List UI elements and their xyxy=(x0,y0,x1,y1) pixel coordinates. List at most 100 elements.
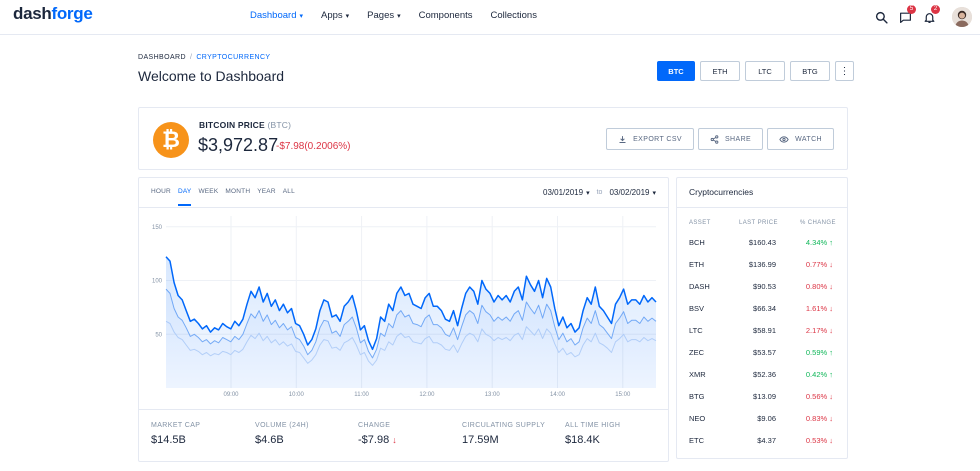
date-to-value: 03/02/2019 xyxy=(609,188,650,197)
asset-price: $4.37 xyxy=(757,436,776,445)
coin-tabs: BTC ETH LTC BTG ⋮ xyxy=(657,61,854,81)
watch-label: WATCH xyxy=(795,135,822,143)
breadcrumb: DASHBOARD / CRYPTOCURRENCY xyxy=(138,54,271,61)
range-tabs: HOUR DAY WEEK MONTH YEAR ALL xyxy=(151,188,302,206)
range-tab-month[interactable]: MONTH xyxy=(225,188,250,206)
top-icons: 5 2 xyxy=(868,5,972,27)
stats-row: MARKET CAP $14.5B VOLUME (24H) $4.6B CHA… xyxy=(139,409,668,463)
list-item[interactable]: LTC $58.91 2.17% ↓ xyxy=(677,326,847,346)
list-item[interactable]: ZEC $53.57 0.59% ↑ xyxy=(677,348,847,368)
coin-tab-ltc[interactable]: LTC xyxy=(745,61,785,81)
series-area xyxy=(166,256,656,388)
coin-tab-eth[interactable]: ETH xyxy=(700,61,740,81)
price-chart[interactable]: 50 100 150 09:00 10:00 11:00 12:00 13:00 14:00 15… xyxy=(139,208,668,408)
eye-icon xyxy=(779,135,789,143)
asset-change: 2.17% ↓ xyxy=(805,326,833,335)
more-options-button[interactable]: ⋮ xyxy=(835,61,854,81)
stat-value: $14.5B xyxy=(151,434,200,446)
col-header-asset: ASSET xyxy=(689,220,711,226)
brand-text: dash xyxy=(13,4,52,23)
avatar[interactable] xyxy=(952,7,972,27)
asset-price: $52.36 xyxy=(753,370,776,379)
x-tick-label: 12:00 xyxy=(419,392,435,398)
brand-text-accent: forge xyxy=(51,4,93,23)
y-tick-label: 100 xyxy=(152,279,163,285)
range-tab-week[interactable]: WEEK xyxy=(198,188,218,206)
asset-symbol: ZEC xyxy=(689,348,704,357)
list-item[interactable]: ETH $136.99 0.77% ↓ xyxy=(677,260,847,280)
brand-logo[interactable]: dashforge xyxy=(13,4,93,24)
asset-symbol: DASH xyxy=(689,282,710,291)
range-tab-day[interactable]: DAY xyxy=(177,188,192,206)
x-tick-label: 15:00 xyxy=(615,392,631,398)
export-csv-button[interactable]: EXPORT CSV xyxy=(606,128,694,150)
page-title: Welcome to Dashboard xyxy=(138,68,285,84)
stat-value-text: $14.5B xyxy=(151,434,186,446)
message-icon[interactable]: 5 xyxy=(894,5,916,27)
x-tick-label: 13:00 xyxy=(485,392,501,398)
range-tab-all[interactable]: ALL xyxy=(283,188,295,206)
range-tab-year[interactable]: YEAR xyxy=(257,188,276,206)
date-to-select[interactable]: 03/02/2019 ▾ xyxy=(609,188,656,197)
list-item[interactable]: NEO $9.06 0.83% ↓ xyxy=(677,414,847,434)
asset-price: $90.53 xyxy=(753,282,776,291)
nav-label: Apps xyxy=(321,10,343,21)
list-item[interactable]: DASH $90.53 0.80% ↓ xyxy=(677,282,847,302)
stat-value-text: $4.6B xyxy=(255,434,284,446)
chevron-down-icon: ▾ xyxy=(397,12,401,20)
price-card: ₿ BITCOIN PRICE (BTC) $3,972.87 -$7.98(0… xyxy=(138,107,848,170)
chart-card: HOUR DAY WEEK MONTH YEAR ALL 03/01/2019 ▾… xyxy=(138,177,669,462)
stat-value: $4.6B xyxy=(255,434,309,446)
cryptocurrencies-card: Cryptocurrencies ASSET LAST PRICE % CHAN… xyxy=(676,177,848,459)
coin-tab-btg[interactable]: BTG xyxy=(790,61,830,81)
stat-volume: VOLUME (24H) $4.6B xyxy=(255,422,309,446)
bitcoin-icon: ₿ xyxy=(153,122,189,158)
stat-value: -$7.98 ↓ xyxy=(358,434,397,446)
list-item[interactable]: BTG $13.09 0.56% ↓ xyxy=(677,392,847,412)
asset-price: $58.91 xyxy=(753,326,776,335)
col-header-change: % CHANGE xyxy=(800,220,836,226)
price-label-text: BITCOIN PRICE xyxy=(199,120,265,130)
chevron-down-icon: ▾ xyxy=(299,12,303,20)
range-tab-hour[interactable]: HOUR xyxy=(151,188,171,206)
stat-label: VOLUME (24H) xyxy=(255,422,309,429)
nav-item-components[interactable]: Components xyxy=(419,10,473,21)
asset-change: 0.80% ↓ xyxy=(805,282,833,291)
asset-symbol: ETC xyxy=(689,436,704,445)
list-item[interactable]: ETC $4.37 0.53% ↓ xyxy=(677,436,847,456)
stat-label: CHANGE xyxy=(358,422,391,429)
bell-icon[interactable]: 2 xyxy=(918,5,940,27)
nav-item-apps[interactable]: Apps ▾ xyxy=(321,10,349,21)
list-item[interactable]: XMR $52.36 0.42% ↑ xyxy=(677,370,847,390)
price-change: -$7.98(0.2006%) xyxy=(276,141,351,152)
asset-change: 1.61% ↓ xyxy=(805,304,833,313)
date-to-label: to xyxy=(596,189,603,196)
breadcrumb-root[interactable]: DASHBOARD xyxy=(138,54,186,61)
share-button[interactable]: SHARE xyxy=(697,128,764,150)
nav-label: Components xyxy=(418,10,473,21)
col-header-last-price: LAST PRICE xyxy=(739,220,778,226)
coin-tab-btc[interactable]: BTC xyxy=(657,61,695,81)
nav-label: Dashboard xyxy=(250,10,297,21)
list-item[interactable]: BCH $160.43 4.34% ↑ xyxy=(677,238,847,258)
price-value: $3,972.87 xyxy=(198,135,279,155)
list-item[interactable]: BSV $66.34 1.61% ↓ xyxy=(677,304,847,324)
asset-price: $13.09 xyxy=(753,392,776,401)
nav-item-collections[interactable]: Collections xyxy=(491,10,537,21)
search-icon[interactable] xyxy=(870,7,892,27)
watch-button[interactable]: WATCH xyxy=(767,128,834,150)
chevron-down-icon: ▾ xyxy=(586,189,590,197)
stat-all-time-high: ALL TIME HIGH $18.4K xyxy=(565,422,620,446)
date-from-select[interactable]: 03/01/2019 ▾ xyxy=(543,188,590,197)
share-icon xyxy=(710,134,719,144)
nav-item-dashboard[interactable]: Dashboard ▾ xyxy=(250,10,303,21)
cryptocurrencies-title: Cryptocurrencies xyxy=(689,187,754,197)
asset-symbol: XMR xyxy=(689,370,706,379)
divider xyxy=(677,207,847,208)
nav-label: Collections xyxy=(490,10,537,21)
asset-change: 4.34% ↑ xyxy=(805,238,833,247)
nav-item-pages[interactable]: Pages ▾ xyxy=(367,10,400,21)
asset-symbol: BSV xyxy=(689,304,705,313)
asset-change: 0.77% ↓ xyxy=(805,260,833,269)
breadcrumb-separator: / xyxy=(189,54,193,61)
